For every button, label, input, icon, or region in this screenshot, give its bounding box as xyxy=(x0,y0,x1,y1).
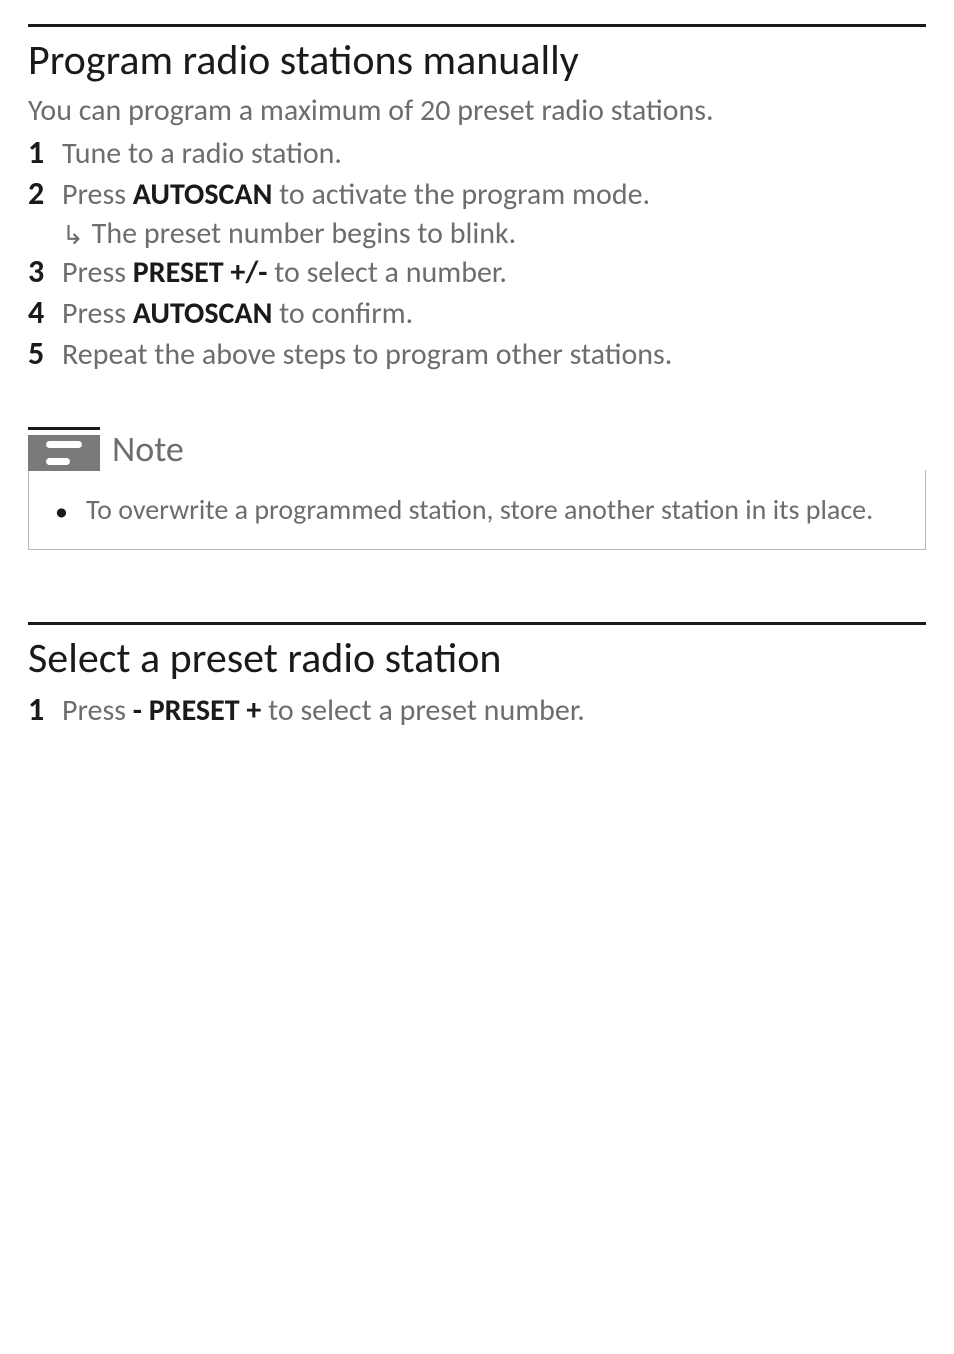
note-body: • To overwrite a programmed station, sto… xyxy=(28,470,926,550)
step-text: Press PRESET +/- to select a number. xyxy=(62,252,507,291)
step-text: Repeat the above steps to program other … xyxy=(62,334,672,373)
step-2: 2 Press AUTOSCAN to activate the program… xyxy=(28,174,926,213)
preset-keyword: PRESET +/- xyxy=(133,254,268,291)
note-icon-wrap xyxy=(28,427,100,471)
step-1: 1 Press - PRESET + to select a preset nu… xyxy=(28,690,926,729)
section-rule xyxy=(28,622,926,625)
section-title-program: Program radio stations manually xyxy=(28,35,926,86)
note-block: Note • To overwrite a programmed station… xyxy=(28,427,926,550)
note-title: Note xyxy=(112,427,184,471)
section-select-preset: Select a preset radio station 1 Press - … xyxy=(28,622,926,729)
note-title-wrap: Note xyxy=(100,427,184,471)
intro-text: You can program a maximum of 20 preset r… xyxy=(28,92,926,129)
step-number: 2 xyxy=(28,174,62,213)
step-number: 1 xyxy=(28,690,62,729)
preset-keyword: - PRESET + xyxy=(133,692,262,729)
section-title-select: Select a preset radio station xyxy=(28,633,926,684)
step-number: 1 xyxy=(28,133,62,172)
sub-step-text: The preset number begins to blink. xyxy=(92,215,516,252)
step-text: Press - PRESET + to select a preset numb… xyxy=(62,690,585,729)
step-1: 1 Tune to a radio station. xyxy=(28,133,926,172)
step-number: 4 xyxy=(28,293,62,332)
section-rule xyxy=(28,24,926,27)
step-3: 3 Press PRESET +/- to select a number. xyxy=(28,252,926,291)
step-4: 4 Press AUTOSCAN to confirm. xyxy=(28,293,926,332)
note-icon-rule xyxy=(28,427,100,435)
step-text: Tune to a radio station. xyxy=(62,133,342,172)
step-2-result: ↳ The preset number begins to blink. xyxy=(62,215,926,252)
step-5: 5 Repeat the above steps to program othe… xyxy=(28,334,926,373)
step-text: Press AUTOSCAN to confirm. xyxy=(62,293,413,332)
note-body-row: • To overwrite a programmed station, sto… xyxy=(49,492,905,527)
note-icon xyxy=(28,435,100,471)
bullet-icon: • xyxy=(55,492,68,524)
note-body-text: To overwrite a programmed station, store… xyxy=(86,492,873,527)
step-number: 3 xyxy=(28,252,62,291)
step-text: Press AUTOSCAN to activate the program m… xyxy=(62,174,650,213)
note-header: Note xyxy=(28,427,926,471)
autoscan-keyword: AUTOSCAN xyxy=(133,176,273,213)
step-number: 5 xyxy=(28,334,62,373)
autoscan-keyword: AUTOSCAN xyxy=(133,295,273,332)
result-arrow-icon: ↳ xyxy=(62,215,84,251)
